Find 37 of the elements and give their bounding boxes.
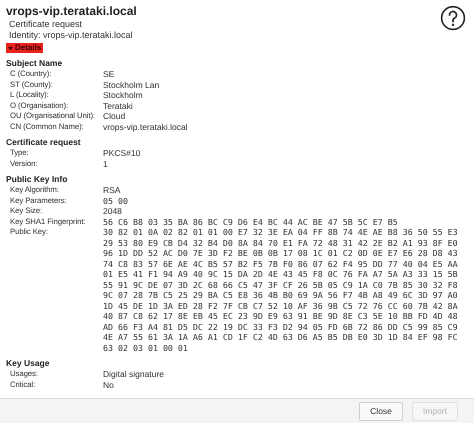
hex-line: 4E A7 55 61 3A 1A A6 A1 CD 1F C2 4D 63 D6 A5 B5 DB E0 3D 1D 84 EF 98 FC <box>103 332 458 342</box>
field-value: 05 00 <box>103 196 128 206</box>
details-expander[interactable]: Details <box>6 43 44 53</box>
section-heading: Key Usage <box>6 358 50 369</box>
hex-line: 30 82 01 0A 02 82 01 01 00 E7 32 3E EA 04 FF 8B 74 4E AE B8 36 50 55 E3 <box>103 227 458 238</box>
subtitle: Certificate request <box>8 19 84 30</box>
caret-down-icon <box>8 46 13 50</box>
field-value: Cloud <box>103 111 126 122</box>
dialog-title: vrops-vip.terataki.local <box>6 3 137 19</box>
identity-text: Identity: vrops-vip.terataki.local <box>8 30 134 41</box>
help-icon[interactable] <box>440 5 466 31</box>
field-value: SE <box>103 69 114 80</box>
hex-line: 29 53 80 E9 CB D4 32 B4 D0 8A 84 70 E1 FA 72 48 31 42 2E B2 A1 93 8F E0 <box>103 238 458 248</box>
hex-line: 01 E5 41 F1 94 A9 40 9C 15 DA 2D 4E 43 45 F8 0C 76 FA A7 5A A3 33 15 5B <box>103 269 458 280</box>
field-value: Digital signature <box>103 369 164 380</box>
hex-line: 9C 07 28 7B C5 25 29 BA C5 E8 36 4B B0 69 9A 56 F7 4B A8 49 6C 3D 97 A0 <box>103 290 458 300</box>
hex-line: 74 C8 83 57 6E AE 4C B5 57 B2 F5 7B F0 86 07 62 F4 95 DD 77 40 04 E5 AA <box>103 258 458 269</box>
field-value: PKCS#10 <box>103 148 140 158</box>
section-heading: Certificate request <box>6 137 82 148</box>
field-value: Stockholm Lan <box>103 80 160 90</box>
field-value: RSA <box>103 185 120 196</box>
field-value: 1 <box>103 158 108 169</box>
hex-line: 63 02 03 01 00 01 <box>103 342 189 353</box>
field-value: Stockholm <box>103 90 143 100</box>
hex-line: AD 66 F3 A4 81 D5 DC 22 19 DC 33 F3 D2 94 05 FD 6B 72 86 DD C5 99 85 C9 <box>103 322 458 332</box>
section-heading: Public Key Info <box>6 174 68 185</box>
field-value: 2048 <box>103 206 122 216</box>
hex-line: 96 1D DD 52 AC D0 7E 3D F2 BE 0B 0B 17 08 1C 01 C2 0D 0E E7 E6 28 D8 43 <box>103 248 458 258</box>
close-button[interactable]: Close <box>359 402 403 420</box>
hex-line: 1D 45 DE 1D 3A ED 28 F2 7F CB C7 52 10 AF 36 9B C5 72 76 CC 60 7B 42 8A <box>103 300 458 311</box>
field-value: vrops-vip.terataki.local <box>103 122 188 132</box>
hex-line: 40 87 C8 62 17 8E EB 45 EC 23 9D E9 63 91 BE 9D 8E C3 5E 10 BB FD 4D 48 <box>103 311 458 322</box>
hex-line: 55 91 9C DE 07 3D 2C 68 66 C5 47 3F CF 26 5B 05 C9 1A C0 7B 85 30 32 F8 <box>103 280 458 290</box>
field-value: Terataki <box>103 100 133 111</box>
field-value: 56 C6 B8 03 35 BA 86 BC C9 D6 E4 BC 44 AC BE 47 5B 5C E7 B5 <box>103 216 398 227</box>
field-value: No <box>103 380 114 390</box>
section-heading: Subject Name <box>6 58 64 69</box>
